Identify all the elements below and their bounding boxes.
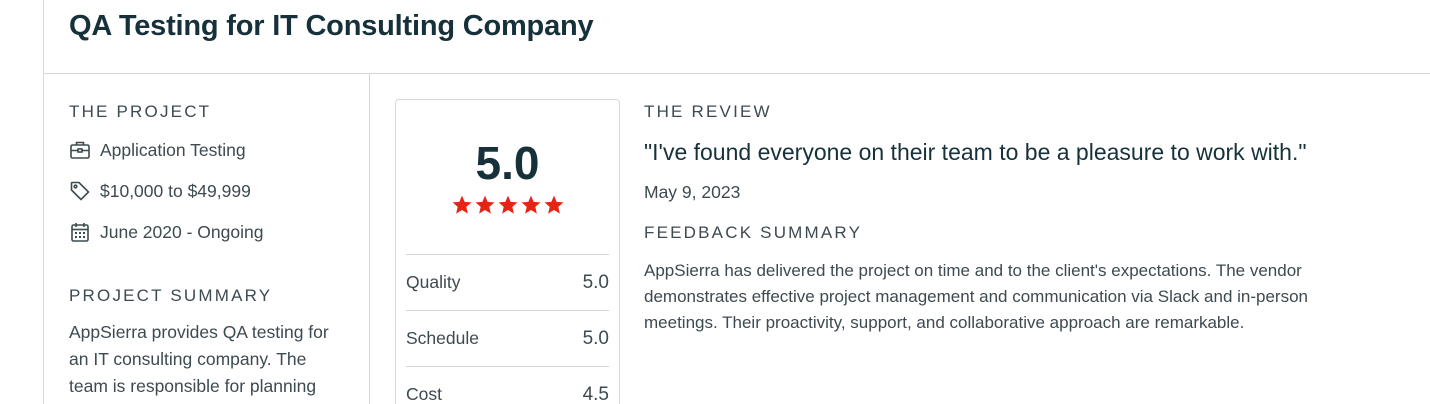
project-sidebar: THE PROJECT Application Testing $10,000 …: [44, 74, 370, 404]
calendar-icon: [69, 221, 91, 243]
project-service-row: Application Testing: [69, 138, 246, 162]
project-dates-row: June 2020 - Ongoing: [69, 220, 263, 244]
page-title: QA Testing for IT Consulting Company: [69, 10, 594, 42]
rating-label: Schedule: [406, 328, 479, 348]
review-heading: THE REVIEW: [644, 102, 772, 121]
review-quote: "I've found everyone on their team to be…: [644, 139, 1307, 165]
price-tag-icon: [69, 180, 91, 202]
review-page: QA Testing for IT Consulting Company THE…: [0, 0, 1430, 404]
rating-value: 5.0: [582, 327, 609, 349]
rating-value: 5.0: [582, 271, 609, 293]
rating-label: Quality: [406, 272, 461, 292]
rating-row-cost: Cost 4.5: [406, 366, 609, 404]
project-summary-heading: PROJECT SUMMARY: [69, 286, 273, 305]
project-service-label: Application Testing: [100, 139, 246, 160]
project-summary-text: AppSierra provides QA testing for an IT …: [69, 322, 329, 396]
star-icon: [521, 195, 540, 214]
feedback-summary-heading: FEEDBACK SUMMARY: [644, 223, 863, 242]
star-icon: [544, 195, 563, 214]
overall-rating: 5.0: [475, 137, 540, 189]
review-date: May 9, 2023: [644, 182, 741, 202]
rating-label: Cost: [406, 384, 442, 404]
project-budget-label: $10,000 to $49,999: [100, 180, 251, 201]
rating-row-schedule: Schedule 5.0: [406, 310, 609, 366]
briefcase-icon: [69, 139, 91, 161]
rating-card: 5.0 Quality 5.0 Schedule 5.0 Cost 4.5: [395, 99, 620, 404]
project-budget-row: $10,000 to $49,999: [69, 179, 251, 203]
star-icon: [452, 195, 471, 214]
rating-row-quality: Quality 5.0: [406, 254, 609, 310]
feedback-summary-text: AppSierra has delivered the project on t…: [644, 261, 1308, 332]
star-rating: [396, 194, 619, 216]
star-icon: [498, 195, 517, 214]
project-dates-label: June 2020 - Ongoing: [100, 221, 264, 242]
rating-value: 4.5: [582, 383, 609, 404]
review-header: QA Testing for IT Consulting Company: [44, 0, 1430, 74]
project-heading: THE PROJECT: [69, 102, 212, 121]
star-icon: [475, 195, 494, 214]
